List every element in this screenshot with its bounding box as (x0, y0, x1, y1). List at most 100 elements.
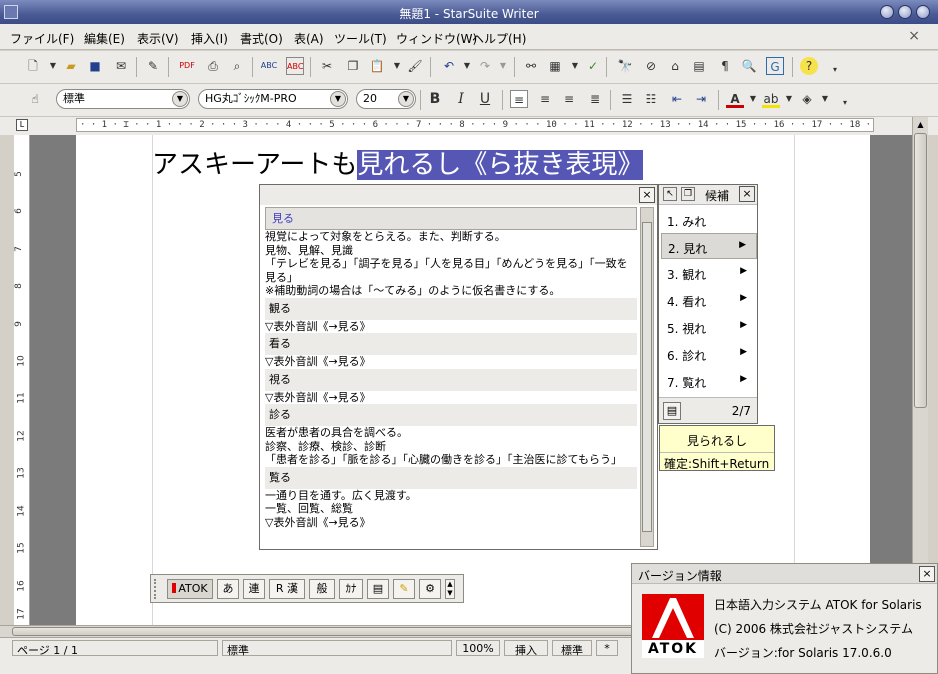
close-icon[interactable]: × (739, 186, 755, 202)
align-center-icon[interactable]: ≡ (536, 90, 554, 108)
help-icon[interactable]: ? (800, 57, 818, 75)
justify-icon[interactable]: ≣ (586, 90, 604, 108)
scroll-up-icon[interactable]: ▲ (914, 118, 927, 132)
cut-icon[interactable]: ✂ (318, 57, 336, 75)
menu-window[interactable]: ウィンドウ(W) (396, 30, 477, 47)
redo-dropdown-icon[interactable]: ▼ (494, 57, 512, 75)
table-dropdown-icon[interactable]: ▼ (566, 57, 584, 75)
tab-type-icon[interactable]: L (16, 119, 28, 131)
redo-icon[interactable]: ↷ (476, 57, 494, 75)
bullets-icon[interactable]: ☷ (642, 90, 660, 108)
copy-icon[interactable]: ❐ (344, 57, 362, 75)
chevron-down-icon[interactable]: ▼ (172, 91, 188, 107)
email-icon[interactable]: ✉ (112, 57, 130, 75)
page-preview-icon[interactable]: ⌕ (228, 57, 246, 75)
decrease-indent-icon[interactable]: ⇤ (668, 90, 686, 108)
menu-table[interactable]: 表(A) (294, 30, 324, 47)
draw-icon[interactable]: ✓ (584, 57, 602, 75)
spellcheck-icon[interactable]: ABC (260, 57, 278, 75)
pointer-icon[interactable]: ↖ (663, 187, 677, 201)
candidate-item[interactable]: 4. 看れ ▶ (661, 287, 757, 313)
highlight-icon[interactable]: ab (762, 90, 780, 108)
font-size-select[interactable]: 20 ▼ (356, 89, 416, 109)
datasources-icon[interactable]: ▤ (690, 57, 708, 75)
horizontal-ruler[interactable]: L · · 1 · ⌶ · · 1 · · · 2 · · · 3 · · · … (0, 117, 938, 135)
candidate-item[interactable]: 5. 視れ ▶ (661, 314, 757, 340)
align-left-icon[interactable]: ≡ (510, 90, 528, 108)
edit-file-icon[interactable]: ✎ (144, 57, 162, 75)
stylist-icon[interactable]: ☝ (26, 90, 44, 108)
close-document-icon[interactable]: × (908, 28, 920, 44)
find-replace-icon[interactable]: 🔭 (616, 57, 634, 75)
hyperlink-icon[interactable]: ⚯ (522, 57, 540, 75)
numbering-icon[interactable]: ☰ (618, 90, 636, 108)
conversion-mode-button[interactable]: 連 (243, 579, 265, 599)
calculator-icon[interactable]: ▤ (367, 579, 389, 599)
input-mode-button[interactable]: あ (217, 579, 239, 599)
candidate-item[interactable]: 6. 診れ ▶ (661, 341, 757, 367)
new-dropdown-icon[interactable]: ▼ (44, 57, 62, 75)
document-text[interactable]: アスキーアートも見れるし《ら抜き表現》 (152, 144, 644, 181)
open-folder-icon[interactable]: ▰ (62, 57, 80, 75)
menu-insert[interactable]: 挿入(I) (191, 30, 228, 47)
palette-expand-icon[interactable]: ▲ ▼ (445, 579, 455, 599)
close-icon[interactable]: × (919, 566, 935, 582)
dictionary-tool-icon[interactable]: ✎ (393, 579, 415, 599)
menu-view[interactable]: 表示(V) (137, 30, 179, 47)
status-selection-mode[interactable]: 標準 (552, 640, 592, 657)
maximize-icon[interactable] (898, 5, 912, 19)
formatting-marks-icon[interactable]: ¶ (716, 57, 734, 75)
print-icon[interactable]: ⎙ (204, 57, 222, 75)
dictionary-scroll-thumb[interactable] (642, 222, 652, 532)
highlight-dropdown-icon[interactable]: ▼ (780, 90, 798, 108)
navigator-icon[interactable]: ⊘ (642, 57, 660, 75)
gallery-icon[interactable]: ⌂ (666, 57, 684, 75)
increase-indent-icon[interactable]: ⇥ (692, 90, 710, 108)
chevron-down-icon[interactable]: ▼ (398, 91, 414, 107)
paste-icon[interactable]: 📋 (368, 57, 386, 75)
zoom-icon[interactable]: 🔍 (740, 57, 758, 75)
align-right-icon[interactable]: ≡ (560, 90, 578, 108)
chevron-down-icon[interactable]: ▼ (330, 91, 346, 107)
scrollbar-thumb[interactable] (914, 133, 927, 408)
bold-button[interactable]: B (426, 90, 444, 108)
close-icon[interactable]: × (639, 187, 655, 203)
copy-icon[interactable]: ❐ (681, 187, 695, 201)
suggestion-text[interactable]: 見られるし (660, 432, 774, 449)
menu-help[interactable]: ヘルプ(H) (472, 30, 526, 47)
italic-button[interactable]: I (452, 90, 470, 108)
background-dropdown-icon[interactable]: ▼ (816, 90, 834, 108)
menu-file[interactable]: ファイル(F) (10, 30, 74, 47)
dictionary-scrollbar[interactable] (640, 207, 654, 547)
candidate-item[interactable]: 1. みれ (661, 207, 757, 233)
dictionary-icon[interactable]: ▤ (663, 402, 681, 420)
table-icon[interactable]: ▦ (546, 57, 564, 75)
menu-edit[interactable]: 編集(E) (84, 30, 125, 47)
export-pdf-icon[interactable]: PDF (178, 57, 196, 75)
menu-format[interactable]: 書式(O) (240, 30, 283, 47)
format-paintbrush-icon[interactable]: 🖌 (406, 57, 424, 75)
candidate-item[interactable]: 3. 観れ ▶ (661, 260, 757, 286)
candidate-item[interactable]: 7. 覧れ ▶ (661, 368, 757, 394)
general-dictionary-button[interactable]: 般 (309, 579, 335, 599)
atok-mode-button[interactable]: ATOK (167, 579, 213, 599)
toolbar-options-icon[interactable]: ▾ (836, 94, 854, 112)
palette-grip[interactable] (154, 579, 160, 599)
background-color-icon[interactable]: ◈ (798, 90, 816, 108)
font-color-button[interactable]: A (726, 90, 744, 108)
status-style[interactable]: 標準 (222, 640, 452, 657)
status-insert-mode[interactable]: 挿入 (504, 640, 548, 657)
new-document-icon[interactable]: 🗋 (24, 57, 42, 75)
paragraph-style-select[interactable]: 標準 ▼ (56, 89, 190, 109)
katakana-button[interactable]: ｶﾅ (339, 579, 363, 599)
font-name-select[interactable]: HG丸ｺﾞｼｯｸM-PRO ▼ (198, 89, 348, 109)
paste-dropdown-icon[interactable]: ▼ (388, 57, 406, 75)
font-color-dropdown-icon[interactable]: ▼ (744, 90, 762, 108)
close-window-icon[interactable] (916, 5, 930, 19)
settings-icon[interactable]: ⚙ (419, 579, 441, 599)
toolbar-options-icon[interactable]: ▾ (826, 61, 844, 79)
underline-button[interactable]: U (476, 90, 494, 108)
romaji-kanji-button[interactable]: R 漢 (269, 579, 305, 599)
save-icon[interactable]: ■ (86, 57, 104, 75)
candidate-item-selected[interactable]: 2. 見れ ▶ (661, 233, 757, 259)
